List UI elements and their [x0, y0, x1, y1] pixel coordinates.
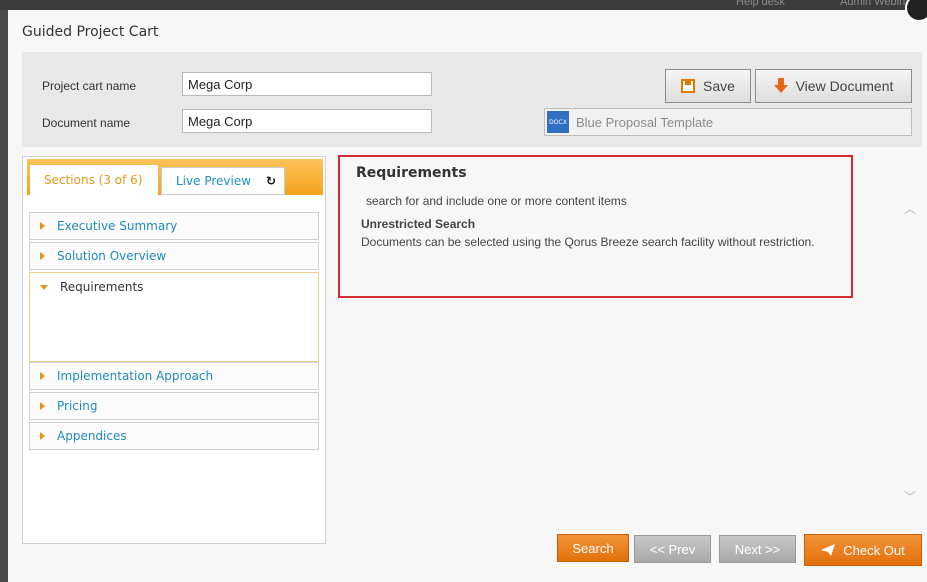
tab-sections[interactable]: Sections (3 of 6)	[30, 165, 158, 195]
dialog-title: Guided Project Cart	[22, 24, 159, 40]
top-bar: Help desk Admin Webinar	[0, 0, 927, 10]
search-type-label: Unrestricted Search	[361, 217, 476, 231]
view-document-button[interactable]: View Document	[755, 69, 912, 103]
form-panel: Project cart name Document name Save Vie…	[22, 52, 922, 147]
docx-file-icon: DOCX	[547, 111, 569, 133]
section-item-requirements[interactable]: Requirements	[29, 272, 319, 362]
section-label: Appendices	[57, 429, 127, 443]
section-label: Executive Summary	[57, 219, 178, 233]
refresh-icon[interactable]: ↻	[266, 174, 276, 188]
section-item-appendices[interactable]: Appendices	[29, 422, 319, 450]
scroll-up-icon[interactable]: ︿	[903, 200, 917, 216]
admin-webinar-link[interactable]: Admin Webinar	[840, 0, 915, 8]
requirements-panel: Requirements search for and include one …	[338, 155, 853, 298]
help-desk-link[interactable]: Help desk	[736, 0, 785, 8]
prev-button[interactable]: << Prev	[634, 535, 711, 563]
requirements-instruction: search for and include one or more conte…	[366, 194, 627, 208]
document-name-label: Document name	[42, 116, 131, 130]
section-label: Implementation Approach	[57, 369, 214, 383]
guided-project-cart-dialog: Guided Project Cart Project cart name Do…	[8, 0, 927, 582]
project-cart-name-input[interactable]	[182, 72, 432, 96]
caret-right-icon	[40, 252, 45, 260]
section-label: Requirements	[60, 280, 144, 294]
save-icon	[681, 79, 696, 93]
section-item-implementation-approach[interactable]: Implementation Approach	[29, 362, 319, 390]
check-out-button[interactable]: Check Out	[804, 534, 922, 566]
tab-bar: Sections (3 of 6) Live Preview ↻	[27, 159, 323, 195]
requirements-title: Requirements	[356, 165, 467, 181]
section-item-solution-overview[interactable]: Solution Overview	[29, 242, 319, 270]
caret-right-icon	[40, 432, 45, 440]
template-name: Blue Proposal Template	[576, 114, 714, 130]
search-button[interactable]: Search	[557, 534, 629, 562]
caret-right-icon	[40, 372, 45, 380]
template-field[interactable]: DOCX Blue Proposal Template	[544, 108, 912, 136]
caret-down-icon	[40, 285, 48, 290]
project-cart-name-label: Project cart name	[42, 79, 137, 93]
document-name-input[interactable]	[182, 109, 432, 133]
save-button[interactable]: Save	[665, 69, 751, 103]
tab-live-preview-label: Live Preview	[176, 174, 252, 188]
caret-right-icon	[40, 402, 45, 410]
scroll-down-icon[interactable]: ﹀	[903, 488, 917, 504]
download-arrow-icon	[773, 78, 788, 93]
section-item-executive-summary[interactable]: Executive Summary	[29, 212, 319, 240]
view-document-label: View Document	[795, 78, 894, 94]
search-type-description: Documents can be selected using the Qoru…	[361, 235, 815, 249]
next-button[interactable]: Next >>	[719, 535, 796, 563]
check-out-label: Check Out	[843, 542, 905, 558]
section-label: Pricing	[57, 399, 98, 413]
tab-live-preview[interactable]: Live Preview ↻	[161, 167, 285, 195]
section-item-pricing[interactable]: Pricing	[29, 392, 319, 420]
close-icon[interactable]	[905, 0, 927, 22]
sections-panel: Sections (3 of 6) Live Preview ↻ Executi…	[22, 156, 326, 544]
paper-plane-icon	[821, 544, 836, 556]
caret-right-icon	[40, 222, 45, 230]
save-button-label: Save	[703, 78, 735, 94]
section-label: Solution Overview	[57, 249, 167, 263]
